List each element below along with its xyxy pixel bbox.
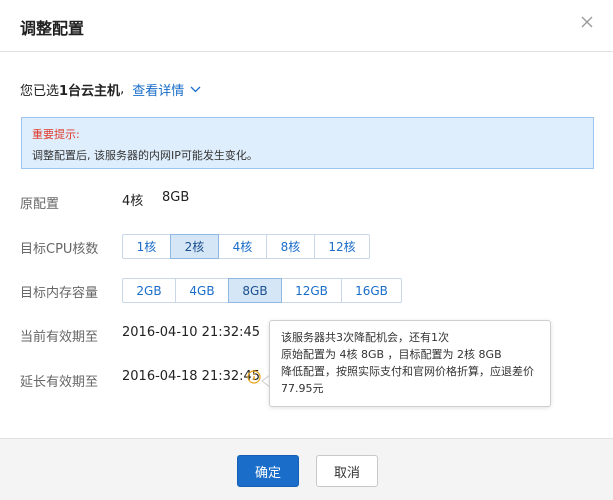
memory-option-12gb[interactable]: 12GB <box>281 278 342 303</box>
current-expiry-value: 2016-04-10 21:32:45 <box>122 325 261 340</box>
selection-prefix: 您已选 <box>20 84 60 99</box>
important-notice: 重要提示: 调整配置后, 该服务器的内网IP可能发生变化。 <box>21 117 594 169</box>
memory-option-8gb[interactable]: 8GB <box>228 278 282 303</box>
close-icon[interactable] <box>579 14 595 30</box>
selection-summary: 您已选 1台云主机 , 查看详情 <box>20 80 201 99</box>
dialog-footer: 确定 取消 <box>0 438 613 500</box>
cpu-option-8[interactable]: 8核 <box>266 234 315 259</box>
cpu-option-12[interactable]: 12核 <box>314 234 370 259</box>
tooltip-line-2: 原始配置为 4核 8GB ，目标配置为 2核 8GB <box>281 348 502 361</box>
tooltip-line-1: 该服务器共3次降配机会，还有1次 <box>281 331 449 344</box>
adjust-config-dialog: 调整配置 您已选 1台云主机 , 查看详情 重要提示: 调整配置后, 该服务器的… <box>0 0 613 500</box>
cpu-option-1[interactable]: 1核 <box>122 234 171 259</box>
notice-text: 调整配置后, 该服务器的内网IP可能发生变化。 <box>32 149 258 162</box>
original-cpu-value: 4核 <box>122 194 144 209</box>
cancel-button[interactable]: 取消 <box>316 455 378 487</box>
selection-count: 1台云主机 <box>59 84 121 99</box>
refund-tooltip: 该服务器共3次降配机会，还有1次 原始配置为 4核 8GB ，目标配置为 2核 … <box>269 320 551 407</box>
dialog-title: 调整配置 <box>20 19 85 38</box>
view-details-link[interactable]: 查看详情 <box>132 80 201 99</box>
extended-expiry-label: 延长有效期至 <box>20 375 99 390</box>
memory-label: 目标内存容量 <box>20 286 99 301</box>
original-config-label: 原配置 <box>20 197 60 212</box>
memory-option-2gb[interactable]: 2GB <box>122 278 176 303</box>
notice-title: 重要提示: <box>32 128 80 141</box>
selection-suffix: , <box>120 82 125 97</box>
memory-selector: 2GB 4GB 8GB 12GB 16GB <box>122 278 402 303</box>
view-details-label: 查看详情 <box>132 84 185 99</box>
tooltip-line-3: 降低配置，按照实际支付和官网价格折算，应退差价 <box>281 365 534 378</box>
confirm-button[interactable]: 确定 <box>237 455 299 487</box>
chevron-down-icon <box>190 86 201 93</box>
cpu-option-4[interactable]: 4核 <box>218 234 267 259</box>
memory-option-4gb[interactable]: 4GB <box>175 278 229 303</box>
tooltip-line-4: 77.95元 <box>281 382 324 395</box>
extended-expiry-value: 2016-04-18 21:32:45 <box>122 369 261 384</box>
original-memory-value: 8GB <box>162 190 190 205</box>
dialog-header: 调整配置 <box>0 0 613 52</box>
cpu-option-2[interactable]: 2核 <box>170 234 219 259</box>
current-expiry-label: 当前有效期至 <box>20 330 99 345</box>
cpu-label: 目标CPU核数 <box>20 242 99 257</box>
info-icon[interactable] <box>247 369 261 384</box>
memory-option-16gb[interactable]: 16GB <box>341 278 402 303</box>
cpu-selector: 1核 2核 4核 8核 12核 <box>122 234 370 259</box>
